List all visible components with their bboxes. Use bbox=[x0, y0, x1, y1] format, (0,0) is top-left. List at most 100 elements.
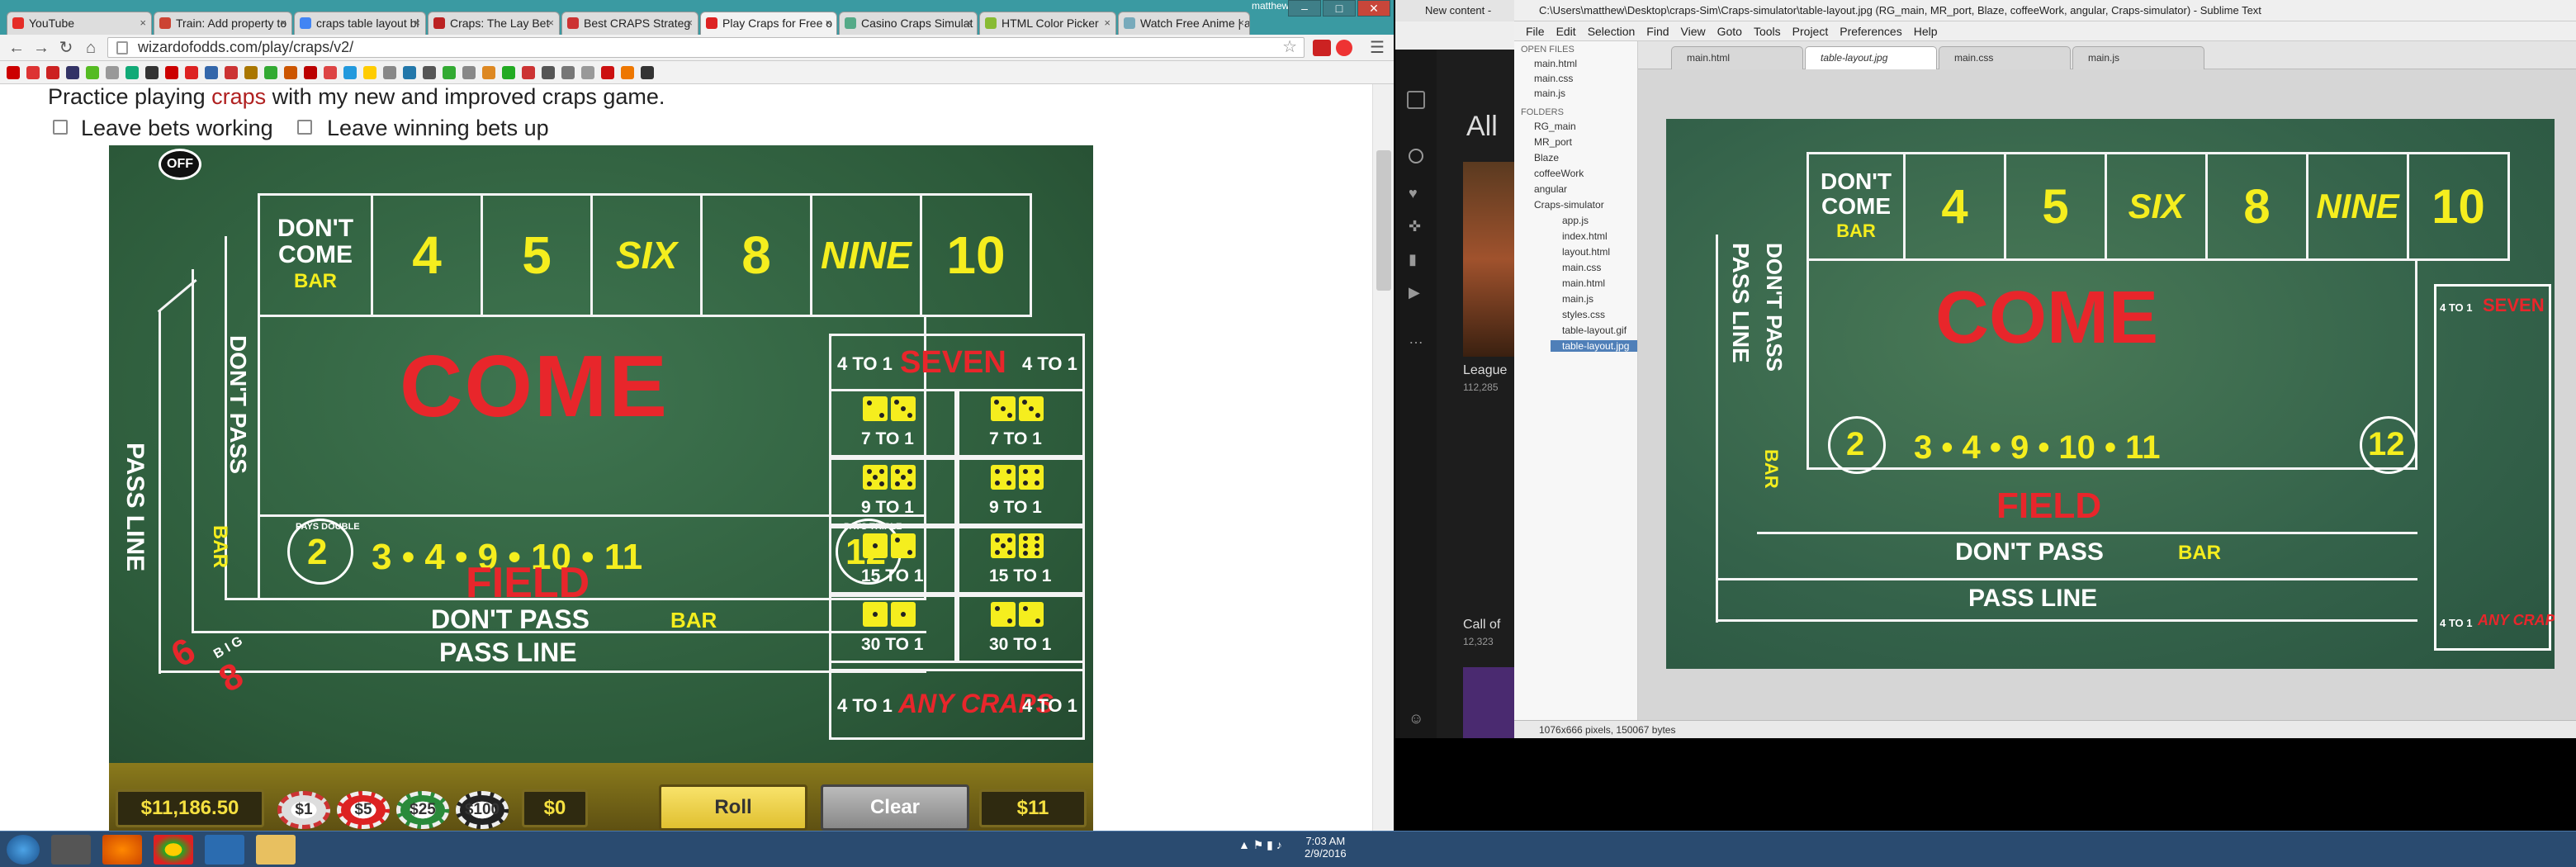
close-icon[interactable]: × bbox=[280, 12, 286, 34]
chrome-taskbar-icon[interactable] bbox=[154, 835, 193, 865]
bookmark-icon[interactable] bbox=[502, 66, 515, 79]
chip-1[interactable]: $1 bbox=[277, 791, 330, 829]
bookmark-icon[interactable] bbox=[185, 66, 198, 79]
minimize-icon[interactable]: – bbox=[1288, 0, 1321, 17]
bookmark-icon[interactable] bbox=[7, 66, 20, 79]
menu-edit[interactable]: Edit bbox=[1556, 25, 1576, 38]
leave-bets-working-checkbox[interactable] bbox=[53, 120, 68, 135]
bookmark-icon[interactable] bbox=[205, 66, 218, 79]
hardway-bet-cell[interactable]: 30 TO 1 bbox=[957, 595, 1085, 663]
tab-youtube[interactable]: YouTube × bbox=[7, 12, 152, 35]
bookmark-icon[interactable] bbox=[641, 66, 654, 79]
game-title-2[interactable]: Call of bbox=[1463, 618, 1500, 632]
close-icon[interactable]: × bbox=[547, 12, 554, 34]
place-9-box[interactable]: NINE bbox=[810, 193, 922, 317]
star-icon[interactable]: ☆ bbox=[1282, 38, 1297, 57]
address-bar[interactable]: wizardofodds.com/play/craps/v2/ ☆ bbox=[107, 37, 1305, 58]
scrollbar-thumb[interactable] bbox=[1376, 150, 1391, 291]
game-title-1[interactable]: League bbox=[1463, 363, 1507, 378]
controller-icon[interactable]: ✜ bbox=[1409, 218, 1421, 235]
place-8-box[interactable]: 8 bbox=[700, 193, 812, 317]
open-file-main-js[interactable]: main.js bbox=[1534, 88, 1565, 99]
menu-find[interactable]: Find bbox=[1646, 25, 1669, 38]
folder-rg-main[interactable]: RG_main bbox=[1534, 121, 1576, 132]
chip-5[interactable]: $5 bbox=[337, 791, 390, 829]
menu-selection[interactable]: Selection bbox=[1588, 25, 1636, 38]
sublime-taskbar-icon[interactable] bbox=[51, 835, 91, 865]
craps-link[interactable]: craps bbox=[211, 84, 266, 109]
folder-mr-port[interactable]: MR_port bbox=[1534, 136, 1572, 148]
back-icon[interactable]: ← bbox=[7, 38, 26, 58]
hardway-bet-cell[interactable]: 15 TO 1 bbox=[829, 526, 957, 595]
tab-play-craps[interactable]: Play Craps for Free o × bbox=[700, 12, 837, 35]
menu-goto[interactable]: Goto bbox=[1717, 25, 1742, 38]
bookmark-icon[interactable] bbox=[284, 66, 297, 79]
folder-craps-simulator[interactable]: Craps-simulator bbox=[1534, 199, 1604, 211]
clear-button[interactable]: Clear bbox=[821, 784, 969, 831]
file-main-html[interactable]: main.html bbox=[1562, 277, 1605, 289]
tab-train[interactable]: Train: Add property to × bbox=[154, 12, 292, 35]
bookmark-icon[interactable] bbox=[125, 66, 139, 79]
editor-tab-table-layout[interactable]: table-layout.jpg bbox=[1805, 46, 1937, 69]
file-main-css[interactable]: main.css bbox=[1562, 262, 1601, 273]
tab-casino-simulator[interactable]: Casino Craps Simulat × bbox=[839, 12, 978, 35]
menu-preferences[interactable]: Preferences bbox=[1840, 25, 1901, 38]
close-icon[interactable]: × bbox=[414, 12, 420, 34]
bookmark-icon[interactable] bbox=[383, 66, 396, 79]
start-button-icon[interactable] bbox=[7, 835, 40, 865]
tab-color-picker[interactable]: HTML Color Picker × bbox=[979, 12, 1116, 35]
dont-come-box[interactable]: DON'T COME BAR bbox=[258, 193, 373, 317]
place-4-box[interactable]: 4 bbox=[371, 193, 483, 317]
bookmark-icon[interactable] bbox=[522, 66, 535, 79]
bookmark-icon[interactable] bbox=[225, 66, 238, 79]
bookmark-icon[interactable] bbox=[343, 66, 357, 79]
adblock-icon[interactable] bbox=[1313, 40, 1331, 56]
bookmark-icon[interactable] bbox=[145, 66, 159, 79]
file-main-js[interactable]: main.js bbox=[1562, 293, 1593, 305]
big-8[interactable]: 8 bbox=[212, 655, 250, 701]
forward-icon[interactable]: → bbox=[31, 38, 51, 58]
bookmark-icon[interactable] bbox=[542, 66, 555, 79]
place-6-box[interactable]: SIX bbox=[590, 193, 703, 317]
close-icon[interactable]: × bbox=[686, 12, 693, 34]
bookmark-icon[interactable] bbox=[46, 66, 59, 79]
chip-100[interactable]: $100 bbox=[456, 791, 509, 829]
bookmark-icon[interactable] bbox=[621, 66, 634, 79]
bookmark-icon[interactable] bbox=[443, 66, 456, 79]
menu-help[interactable]: Help bbox=[1914, 25, 1938, 38]
leave-winning-bets-checkbox[interactable] bbox=[297, 120, 312, 135]
menu-view[interactable]: View bbox=[1681, 25, 1706, 38]
reload-icon[interactable]: ↻ bbox=[56, 38, 76, 58]
open-file-main-css[interactable]: main.css bbox=[1534, 73, 1573, 84]
home-icon[interactable]: ⌂ bbox=[81, 38, 101, 58]
place-5-box[interactable]: 5 bbox=[481, 193, 593, 317]
close-icon[interactable]: × bbox=[1238, 12, 1244, 34]
pass-line-label[interactable]: PASS LINE bbox=[439, 637, 577, 668]
bookmark-icon[interactable] bbox=[482, 66, 495, 79]
file-index-html[interactable]: index.html bbox=[1562, 230, 1608, 242]
hardway-bet-cell[interactable]: 15 TO 1 bbox=[957, 526, 1085, 595]
user-icon[interactable]: ☺ bbox=[1409, 710, 1423, 727]
firefox-taskbar-icon[interactable] bbox=[102, 835, 142, 865]
hardway-bet-cell[interactable]: 7 TO 1 bbox=[957, 389, 1085, 457]
hardway-bet-cell[interactable]: 7 TO 1 bbox=[829, 389, 957, 457]
more-icon[interactable]: … bbox=[1409, 330, 1423, 348]
close-window-icon[interactable]: ✕ bbox=[1357, 0, 1390, 17]
bookmark-icon[interactable] bbox=[304, 66, 317, 79]
video-icon[interactable]: ▮ bbox=[1409, 251, 1417, 268]
dont-pass-label[interactable]: DON'T PASS bbox=[431, 604, 590, 635]
page-scrollbar[interactable] bbox=[1372, 84, 1394, 831]
hardway-bet-cell[interactable]: 9 TO 1 bbox=[829, 457, 957, 526]
bookmark-icon[interactable] bbox=[363, 66, 376, 79]
editor-tab-main-js[interactable]: main.js bbox=[2072, 46, 2204, 69]
game-thumbnail-1[interactable] bbox=[1463, 162, 1514, 357]
search-icon[interactable] bbox=[1409, 149, 1423, 163]
tab-anime[interactable]: Watch Free Anime | a × bbox=[1118, 12, 1250, 35]
menu-file[interactable]: File bbox=[1526, 25, 1545, 38]
editor-tab-main-css[interactable]: main.css bbox=[1939, 46, 2071, 69]
powershell-taskbar-icon[interactable] bbox=[205, 835, 244, 865]
menu-icon[interactable]: ☰ bbox=[1367, 38, 1387, 58]
close-icon[interactable]: × bbox=[1104, 12, 1110, 34]
close-icon[interactable]: × bbox=[825, 12, 831, 34]
tab-google-search[interactable]: craps table layout bl × bbox=[294, 12, 426, 35]
